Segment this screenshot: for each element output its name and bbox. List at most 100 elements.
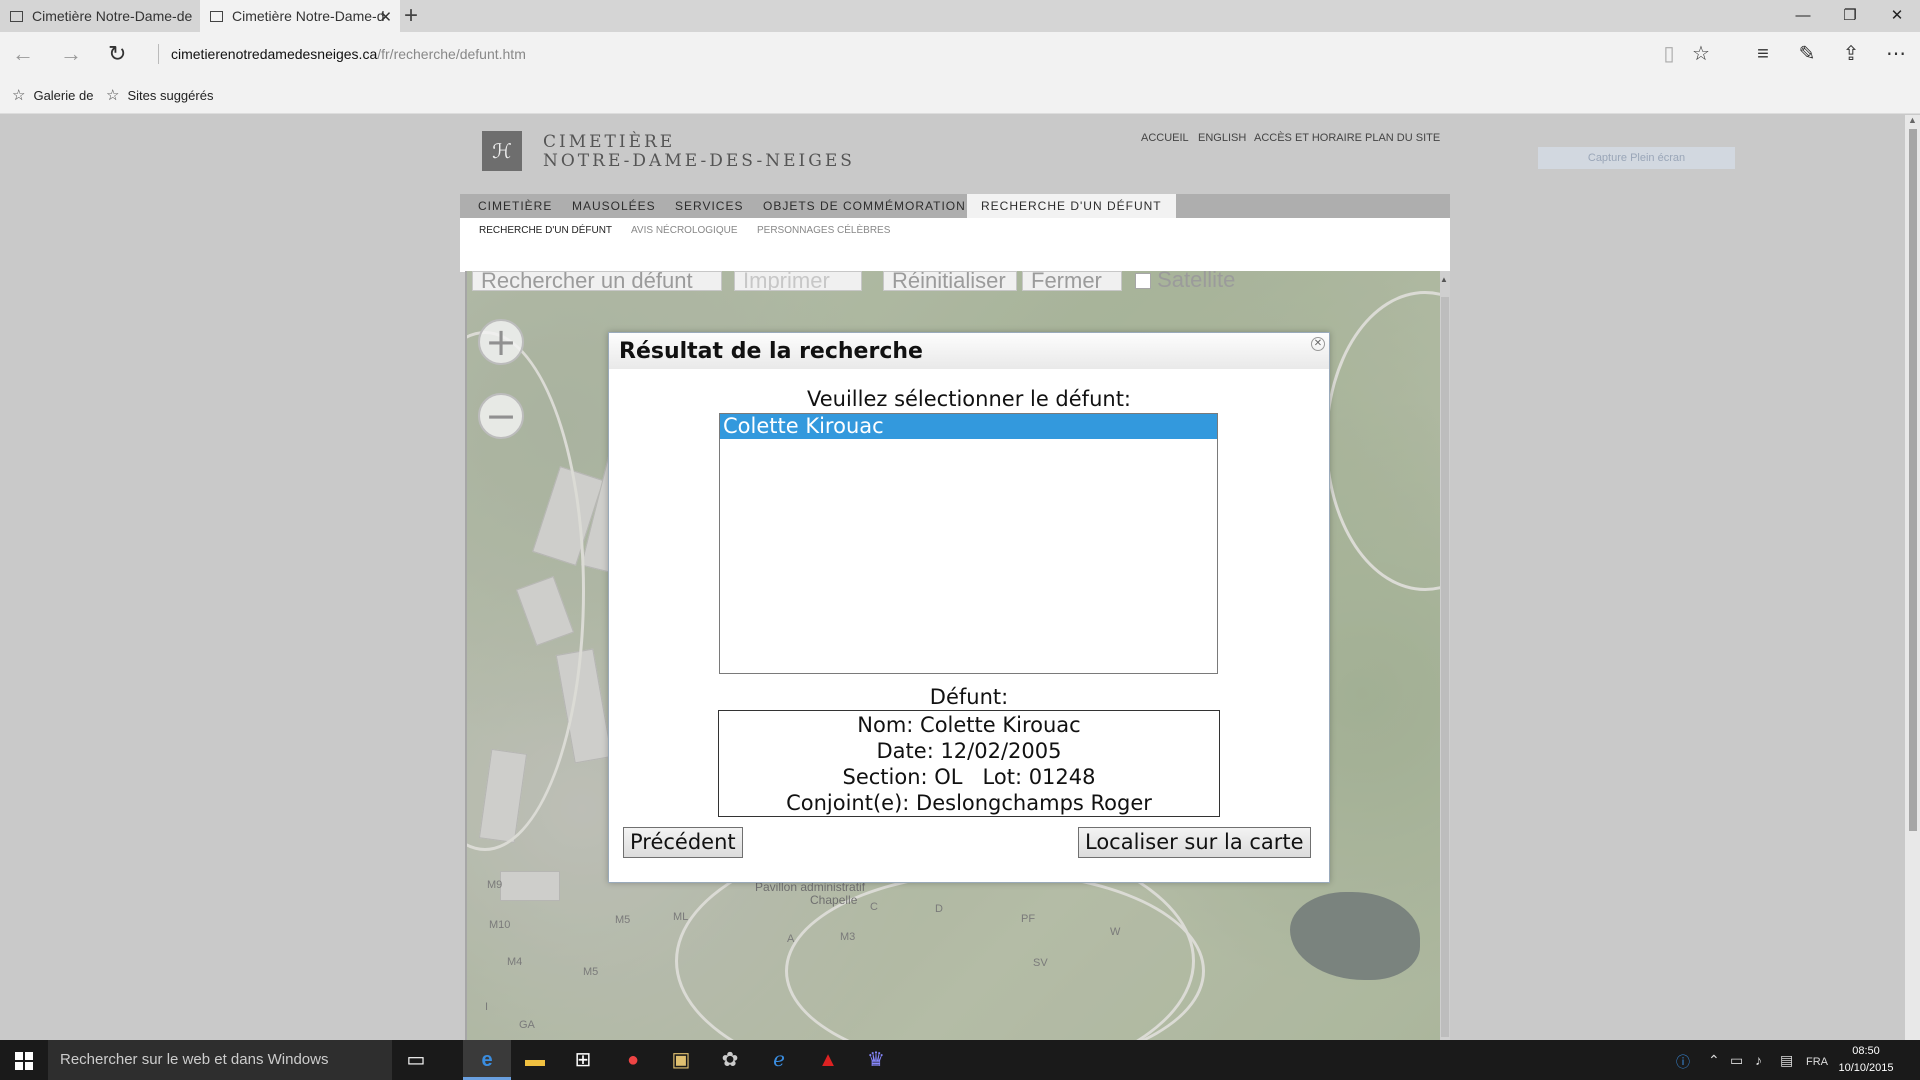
map-label: Chapelle bbox=[810, 893, 858, 907]
close-icon[interactable]: ✕ bbox=[1311, 337, 1325, 351]
select-prompt: Veuillez sélectionner le défunt: bbox=[806, 387, 1131, 411]
subnav-recherche-defunt[interactable]: RECHERCHE D'UN DÉFUNT bbox=[479, 225, 612, 236]
nav-mausolees[interactable]: MAUSOLÉES bbox=[572, 194, 656, 218]
close-window-button[interactable]: ✕ bbox=[1874, 0, 1920, 32]
file-explorer-icon[interactable]: ▬ bbox=[511, 1040, 559, 1080]
nav-objets-commemoration[interactable]: OBJETS DE COMMÉMORATION bbox=[763, 194, 966, 218]
browser-tab-2[interactable]: Cimetière Notre-Dame-d ✕ bbox=[200, 0, 400, 32]
map-label: M3 bbox=[840, 931, 856, 943]
acrobat-icon[interactable]: ▲ bbox=[804, 1040, 852, 1080]
print-button[interactable]: Imprimer bbox=[734, 271, 862, 291]
capture-fullscreen-button[interactable]: Capture Plein écran bbox=[1538, 147, 1735, 169]
chrome-icon[interactable]: ● bbox=[609, 1040, 657, 1080]
show-hidden-icon[interactable]: ⌃ bbox=[1708, 1052, 1720, 1069]
nav-cimetiere[interactable]: CIMETIÈRE bbox=[478, 194, 552, 218]
map-label: D bbox=[935, 903, 943, 915]
url-field[interactable]: cimetierenotredamedesneiges.ca/fr/recher… bbox=[158, 44, 526, 64]
reading-view-icon[interactable]: ▯ bbox=[1655, 41, 1683, 67]
app-icon[interactable]: ▣ bbox=[657, 1040, 705, 1080]
taskbar-clock[interactable]: 08:50 10/10/2015 bbox=[1836, 1043, 1896, 1077]
url-domain: cimetierenotredamedesneiges.ca bbox=[171, 46, 378, 62]
tab-title: Cimetière Notre-Dame-des-N bbox=[32, 8, 192, 24]
top-link-accueil[interactable]: ACCUEIL bbox=[1141, 132, 1189, 144]
back-button[interactable]: ← bbox=[12, 42, 34, 66]
url-path: /fr/recherche/defunt.htm bbox=[377, 46, 526, 62]
paint-icon[interactable]: ✿ bbox=[706, 1040, 754, 1080]
page-scrollbar[interactable]: ▲ bbox=[1905, 115, 1920, 1040]
subnav-avis-necrologique[interactable]: AVIS NÉCROLOGIQUE bbox=[631, 225, 738, 236]
result-item[interactable]: Colette Kirouac bbox=[720, 414, 1217, 439]
nav-recherche-defunt[interactable]: RECHERCHE D'UN DÉFUNT bbox=[967, 194, 1176, 218]
network-icon[interactable]: ▭ bbox=[1730, 1052, 1743, 1069]
satellite-checkbox[interactable] bbox=[1135, 273, 1151, 289]
top-link-acces-horaire[interactable]: ACCÈS ET HORAIRE bbox=[1254, 132, 1362, 144]
more-icon[interactable]: ⋯ bbox=[1882, 41, 1910, 67]
map-label: GA bbox=[519, 1019, 535, 1031]
map-label: ML bbox=[673, 911, 689, 923]
edge-icon[interactable]: e bbox=[463, 1040, 511, 1080]
main-nav: CIMETIÈRE MAUSOLÉES SERVICES OBJETS DE C… bbox=[460, 194, 1450, 218]
locate-on-map-button[interactable]: Localiser sur la carte bbox=[1078, 827, 1311, 858]
favorite-star-icon[interactable]: ☆ bbox=[1687, 41, 1715, 67]
scroll-up-icon[interactable]: ▲ bbox=[1440, 275, 1448, 284]
nav-services[interactable]: SERVICES bbox=[675, 194, 743, 218]
previous-button[interactable]: Précédent bbox=[623, 827, 743, 858]
zoom-in-button[interactable]: + bbox=[478, 319, 524, 365]
favorite-item[interactable]: ☆ Galerie de bbox=[12, 86, 93, 104]
internet-explorer-icon[interactable]: ℯ bbox=[755, 1040, 803, 1080]
map-scrollbar[interactable]: ▲ bbox=[1440, 271, 1450, 1040]
forward-button[interactable]: → bbox=[60, 42, 82, 66]
map-label: M5 bbox=[615, 914, 631, 926]
favorite-item[interactable]: ☆ Sites suggérés bbox=[106, 86, 213, 104]
share-icon[interactable]: ⇪ bbox=[1837, 41, 1865, 67]
restore-button[interactable]: ❐ bbox=[1827, 0, 1873, 32]
brand-line1: CIMETIÈRE bbox=[543, 132, 676, 152]
favorites-bar bbox=[0, 76, 1920, 114]
start-button[interactable] bbox=[0, 1040, 48, 1080]
refresh-button[interactable]: ↻ bbox=[108, 42, 126, 66]
close-map-button[interactable]: Fermer bbox=[1022, 271, 1122, 291]
top-link-plan-du-site[interactable]: PLAN DU SITE bbox=[1365, 132, 1440, 144]
zoom-out-button[interactable]: − bbox=[478, 393, 524, 439]
web-note-icon[interactable]: ✎ bbox=[1793, 41, 1821, 67]
subnav-personnages-celebres[interactable]: PERSONNAGES CÉLÈBRES bbox=[757, 225, 890, 236]
map-label: A bbox=[787, 933, 795, 945]
language-indicator[interactable]: FRA bbox=[1806, 1056, 1828, 1068]
reset-button[interactable]: Réinitialiser bbox=[883, 271, 1017, 291]
app2-icon[interactable]: ♛ bbox=[852, 1040, 900, 1080]
search-result-dialog: Résultat de la recherche ✕ Veuillez séle… bbox=[608, 332, 1330, 883]
search-defunt-button[interactable]: Rechercher un défunt bbox=[472, 271, 722, 291]
map-label: SV bbox=[1033, 957, 1048, 969]
results-listbox[interactable]: Colette Kirouac bbox=[719, 413, 1218, 674]
hub-icon[interactable]: ≡ bbox=[1749, 41, 1777, 67]
clock-date: 10/10/2015 bbox=[1838, 1062, 1894, 1074]
site-brand[interactable]: CIMETIÈRE NOTRE-DAME-DES-NEIGES bbox=[543, 133, 855, 171]
favorite-label: Galerie de bbox=[33, 87, 94, 103]
satellite-label: Satellite bbox=[1157, 271, 1236, 291]
star-icon: ☆ bbox=[106, 87, 120, 104]
clock-time: 08:50 bbox=[1852, 1045, 1880, 1057]
browser-tab-1[interactable]: Cimetière Notre-Dame-des-N bbox=[0, 0, 200, 32]
scroll-thumb[interactable] bbox=[1909, 129, 1917, 831]
brand-line2: NOTRE-DAME-DES-NEIGES bbox=[543, 151, 855, 171]
notification-icon[interactable]: ▤ bbox=[1780, 1052, 1793, 1069]
taskbar-search[interactable]: Rechercher sur le web et dans Windows bbox=[48, 1040, 392, 1080]
dialog-titlebar[interactable]: Résultat de la recherche bbox=[609, 333, 1329, 369]
map-label: M10 bbox=[489, 919, 511, 931]
task-view-icon[interactable]: ▭ bbox=[392, 1040, 440, 1080]
volume-icon[interactable]: ♪ bbox=[1755, 1052, 1762, 1068]
close-tab-icon[interactable]: ✕ bbox=[379, 8, 392, 26]
info-icon[interactable]: ⓘ bbox=[1676, 1052, 1690, 1072]
tab-title: Cimetière Notre-Dame-d bbox=[232, 8, 385, 24]
top-link-english[interactable]: ENGLISH bbox=[1198, 132, 1246, 144]
scroll-up-icon[interactable]: ▲ bbox=[1908, 115, 1917, 125]
store-icon[interactable]: ⊞ bbox=[559, 1040, 607, 1080]
page-icon bbox=[210, 10, 223, 22]
map-scroll-thumb[interactable] bbox=[1441, 297, 1449, 1037]
satellite-toggle[interactable]: Satellite bbox=[1127, 271, 1247, 291]
site-logo[interactable]: ℋ bbox=[482, 131, 522, 171]
detail-section-lot: Section: OL Lot: 01248 bbox=[842, 765, 1096, 789]
minimize-button[interactable]: — bbox=[1780, 0, 1826, 32]
sub-nav: RECHERCHE D'UN DÉFUNT AVIS NÉCROLOGIQUE … bbox=[460, 218, 1450, 272]
new-tab-button[interactable]: + bbox=[404, 2, 418, 30]
